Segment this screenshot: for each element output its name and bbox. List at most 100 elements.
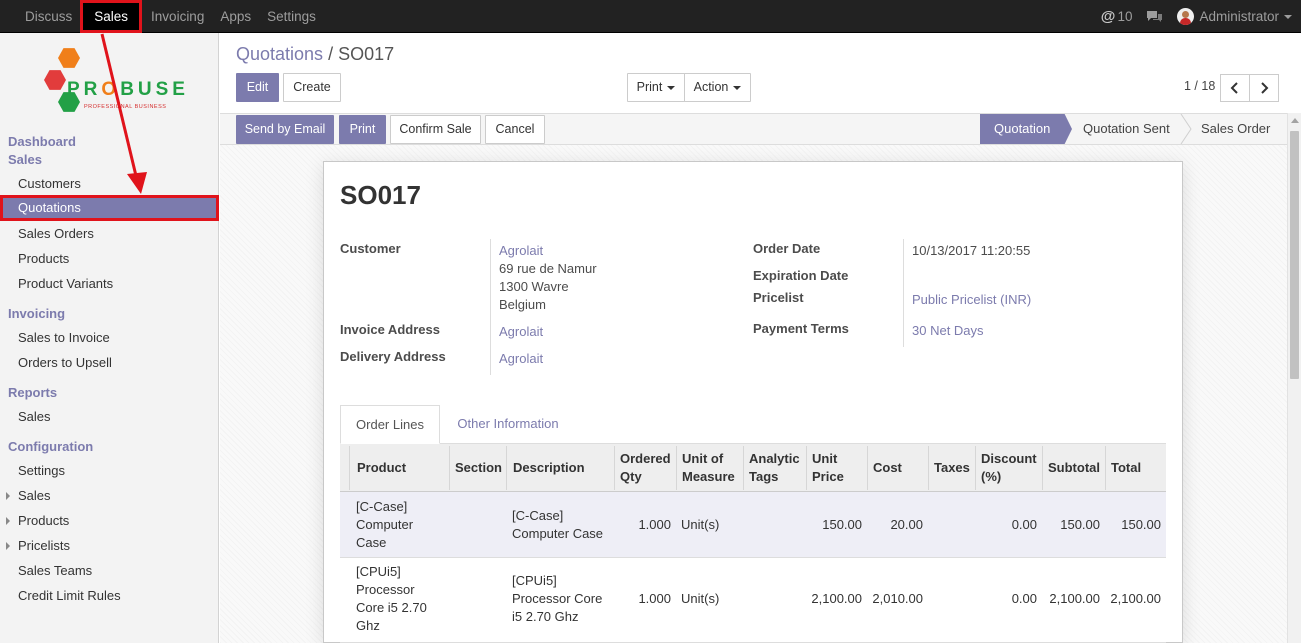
menu-settings[interactable]: Settings xyxy=(259,0,324,33)
breadcrumb-quotations[interactable]: Quotations xyxy=(236,44,323,64)
sidebar-dashboard[interactable]: Dashboard xyxy=(8,134,76,149)
print-dropdown[interactable]: Print xyxy=(627,73,685,102)
vertical-scrollbar[interactable] xyxy=(1287,113,1301,643)
chevron-right-icon xyxy=(1261,82,1269,94)
user-name: Administrator xyxy=(1199,9,1279,24)
cell-product-line: Case xyxy=(356,535,387,550)
scroll-up-icon[interactable] xyxy=(1291,118,1299,123)
pricelist-link[interactable]: Public Pricelist (INR) xyxy=(912,292,1031,307)
th-cost[interactable]: Cost xyxy=(873,459,902,477)
user-avatar xyxy=(1177,8,1195,25)
menu-discuss[interactable]: Discuss xyxy=(0,0,79,33)
pager-next-button[interactable] xyxy=(1249,74,1279,102)
cell-cost[interactable]: 20.00 xyxy=(867,516,923,534)
sidebar-item-reports-sales[interactable]: Sales xyxy=(18,409,51,424)
user-menu[interactable]: Administrator xyxy=(1177,8,1292,25)
order-date-label: Order Date xyxy=(753,241,821,256)
order-name: SO017 xyxy=(340,180,421,210)
cell-description[interactable]: [CPUi5] Processor Core i5 2.70 Ghz xyxy=(512,572,602,626)
sidebar-item-orders-to-upsell[interactable]: Orders to Upsell xyxy=(18,355,112,370)
sidebar-section-invoicing: Invoicing xyxy=(8,306,66,321)
sidebar-item-credit-limit-rules[interactable]: Credit Limit Rules xyxy=(18,588,121,603)
sidebar-item-sales-teams[interactable]: Sales Teams xyxy=(18,563,92,578)
cell-product-line: [C-Case] xyxy=(356,499,408,514)
create-button[interactable]: Create xyxy=(283,73,341,102)
th-ordered-qty-line2: Qty xyxy=(620,469,642,484)
stage-separator-icon xyxy=(1180,114,1192,144)
payment-terms-link[interactable]: 30 Net Days xyxy=(912,323,984,338)
th-product[interactable]: Product xyxy=(357,459,406,477)
cell-discount[interactable]: 0.00 xyxy=(975,590,1037,608)
sidebar-item-customers[interactable]: Customers xyxy=(18,176,81,191)
pager-previous-button[interactable] xyxy=(1220,74,1250,102)
delivery-address-link[interactable]: Agrolait xyxy=(499,351,543,366)
sidebar-item-products[interactable]: Products xyxy=(18,251,69,266)
th-ordered-qty[interactable]: Ordered Qty xyxy=(620,450,671,486)
cell-product-line: Ghz xyxy=(356,618,380,633)
th-discount-line1: Discount xyxy=(981,451,1037,466)
th-description[interactable]: Description xyxy=(513,459,585,477)
menu-sales[interactable]: Sales xyxy=(80,0,143,33)
send-by-email-button[interactable]: Send by Email xyxy=(236,115,334,144)
th-total[interactable]: Total xyxy=(1111,459,1141,477)
sidebar-item-config-sales[interactable]: Sales xyxy=(6,488,51,503)
column-separator xyxy=(1042,446,1043,490)
column-separator xyxy=(349,446,350,490)
menu-invoicing[interactable]: Invoicing xyxy=(143,0,212,33)
edit-button[interactable]: Edit xyxy=(236,73,279,102)
th-discount[interactable]: Discount (%) xyxy=(981,450,1037,486)
stage-quotation[interactable]: Quotation xyxy=(980,114,1072,144)
cell-total: 150.00 xyxy=(1121,517,1161,532)
customer-street: 69 rue de Namur xyxy=(499,261,597,276)
cell-cost[interactable]: 2,010.00 xyxy=(867,590,923,608)
chat-button[interactable] xyxy=(1146,10,1163,23)
menu-apps[interactable]: Apps xyxy=(212,0,259,33)
print-button[interactable]: Print xyxy=(339,115,386,144)
th-unit-price[interactable]: Unit Price xyxy=(812,450,844,486)
sidebar-item-product-variants[interactable]: Product Variants xyxy=(18,276,113,291)
th-section[interactable]: Section xyxy=(455,459,502,477)
cell-uom[interactable]: Unit(s) xyxy=(681,590,719,608)
column-separator xyxy=(928,446,929,490)
th-taxes[interactable]: Taxes xyxy=(934,459,970,477)
th-analytic-tags[interactable]: Analytic Tags xyxy=(749,450,800,486)
tab-order-lines[interactable]: Order Lines xyxy=(340,405,440,444)
sidebar-item-sales-orders[interactable]: Sales Orders xyxy=(18,226,94,241)
cell-qty[interactable]: 1.000 xyxy=(614,590,671,608)
confirm-sale-button[interactable]: Confirm Sale xyxy=(390,115,481,144)
stage-quotation-sent[interactable]: Quotation Sent xyxy=(1083,114,1170,144)
sidebar-item-settings[interactable]: Settings xyxy=(18,463,65,478)
cell-product[interactable]: [C-Case] Computer Case xyxy=(356,498,413,552)
cell-unit-price[interactable]: 2,100.00 xyxy=(806,590,862,608)
column-separator xyxy=(806,446,807,490)
cell-discount[interactable]: 0.00 xyxy=(975,516,1037,534)
cancel-button[interactable]: Cancel xyxy=(485,115,545,144)
th-unit-price-line2: Price xyxy=(812,469,844,484)
messages-button[interactable]: @ 10 xyxy=(1101,8,1133,25)
action-dropdown[interactable]: Action xyxy=(684,73,751,102)
th-unit-of-measure[interactable]: Unit of Measure xyxy=(682,450,735,486)
sidebar-item-sales-to-invoice[interactable]: Sales to Invoice xyxy=(18,330,110,345)
customer-link[interactable]: Agrolait xyxy=(499,243,543,258)
sidebar-item-pricelists[interactable]: Pricelists xyxy=(5,538,70,553)
cell-product[interactable]: [CPUi5] Processor Core i5 2.70 Ghz xyxy=(356,563,427,635)
scrollbar-thumb[interactable] xyxy=(1290,131,1299,379)
cell-qty[interactable]: 1.000 xyxy=(614,516,671,534)
column-separator xyxy=(506,446,507,490)
cell-uom[interactable]: Unit(s) xyxy=(681,516,719,534)
stage-sales-order[interactable]: Sales Order xyxy=(1201,114,1270,144)
app-menu: Discuss Sales Invoicing Apps Settings xyxy=(0,0,324,33)
sidebar-item-config-products[interactable]: Products xyxy=(5,513,69,528)
field-separator xyxy=(490,239,491,375)
invoice-address-label: Invoice Address xyxy=(340,322,440,337)
invoice-address-link[interactable]: Agrolait xyxy=(499,324,543,339)
tab-other-information[interactable]: Other Information xyxy=(446,405,570,444)
th-subtotal[interactable]: Subtotal xyxy=(1048,459,1100,477)
cell-unit-price[interactable]: 150.00 xyxy=(806,516,862,534)
th-ordered-qty-line1: Ordered xyxy=(620,451,671,466)
cell-description[interactable]: [C-Case] Computer Case xyxy=(512,507,603,543)
th-uom-line1: Unit of xyxy=(682,451,724,466)
sidebar-item-quotations[interactable]: Quotations xyxy=(0,195,219,221)
breadcrumb: Quotations / SO017 xyxy=(236,44,394,65)
column-separator xyxy=(743,446,744,490)
